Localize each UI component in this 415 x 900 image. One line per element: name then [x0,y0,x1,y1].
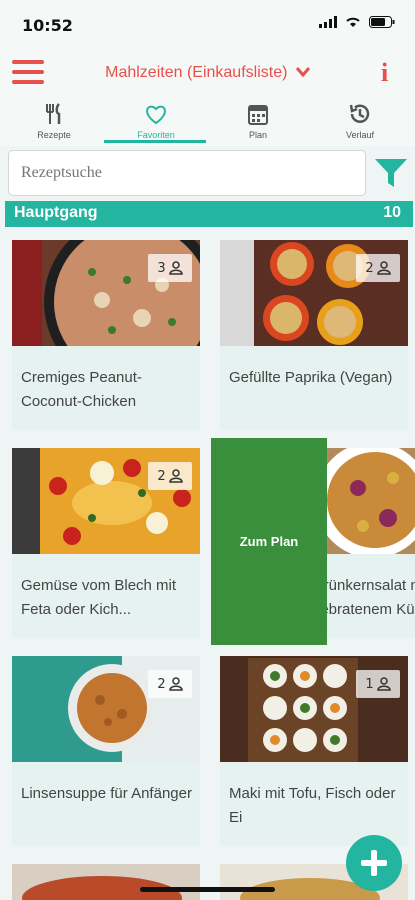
filter-icon[interactable] [374,156,408,190]
plus-icon [361,850,387,876]
add-recipe-button[interactable] [346,835,402,891]
chevron-down-icon [295,67,310,77]
category-header[interactable]: Hauptgang 10 [5,201,413,227]
recipe-card[interactable] [12,864,200,900]
home-indicator [140,887,275,892]
tab-label: Plan [248,130,267,140]
active-tab-indicator [104,140,206,143]
list-selector[interactable]: Mahlzeiten (Einkaufsliste) [0,64,415,82]
recipe-card[interactable]: 2 Gefüllte Paprika (Vegan) [220,240,408,430]
calendar-icon [248,105,268,125]
wifi-icon [346,17,360,27]
tab-label: Verlauf [345,130,375,140]
tab-label: Rezepte [37,130,71,140]
servings-badge: 2 [148,462,192,490]
person-icon [168,677,183,691]
recipe-title: Grünkernsalat mit gebratenem Kü... [312,577,415,618]
person-icon [376,261,391,275]
servings-count: 2 [157,676,166,692]
recipe-title: Maki mit Tofu, Fisch oder Ei [229,785,396,826]
recipe-card[interactable]: 2 Gemüse vom Blech mit Feta oder Kich... [12,448,200,638]
recipe-title: Cremiges Peanut-Coconut-Chicken [21,369,142,410]
tab-verlauf[interactable]: Verlauf [320,100,400,146]
signal-icon [319,16,337,28]
servings-badge: 2 [356,254,400,282]
tab-rezepte[interactable]: Rezepte [14,100,94,146]
person-icon [168,261,183,275]
heart-icon [146,105,166,125]
servings-count: 1 [365,676,374,692]
servings-count: 2 [365,260,374,276]
zum-plan-button[interactable]: Zum Plan [211,438,327,645]
servings-badge: 3 [148,254,192,282]
search-input[interactable] [8,150,366,196]
tab-bar: Rezepte Favoriten Plan Verlauf [0,100,415,146]
recipe-title: Gefüllte Paprika (Vegan) [229,369,393,386]
tab-label: Favoriten [137,130,175,140]
cutlery-icon [46,103,61,124]
category-count: 10 [383,204,401,221]
tab-plan[interactable]: Plan [218,100,298,146]
servings-badge: 2 [148,670,192,698]
recipe-card[interactable]: 2 Linsensuppe für Anfänger [12,656,200,846]
page-title: Mahlzeiten (Einkaufsliste) [105,64,288,81]
person-icon [376,677,391,691]
status-time: 10:52 [22,16,73,35]
category-name: Hauptgang [14,204,98,221]
person-icon [168,469,183,483]
servings-count: 2 [157,468,166,484]
servings-count: 3 [157,260,166,276]
battery-icon [369,16,395,28]
history-icon [349,104,370,123]
recipe-card[interactable]: 1 Maki mit Tofu, Fisch oder Ei [220,656,408,846]
recipe-title: Gemüse vom Blech mit Feta oder Kich... [21,577,177,618]
app-header: Mahlzeiten (Einkaufsliste) i [0,48,415,100]
recipe-card[interactable]: 3 Cremiges Peanut-Coconut-Chicken [12,240,200,430]
status-bar: 10:52 [0,0,415,48]
servings-badge: 1 [356,670,400,698]
recipe-title: Linsensuppe für Anfänger [21,785,192,802]
info-icon[interactable]: i [381,58,395,88]
status-icons [319,16,395,28]
recipe-image [12,864,200,900]
